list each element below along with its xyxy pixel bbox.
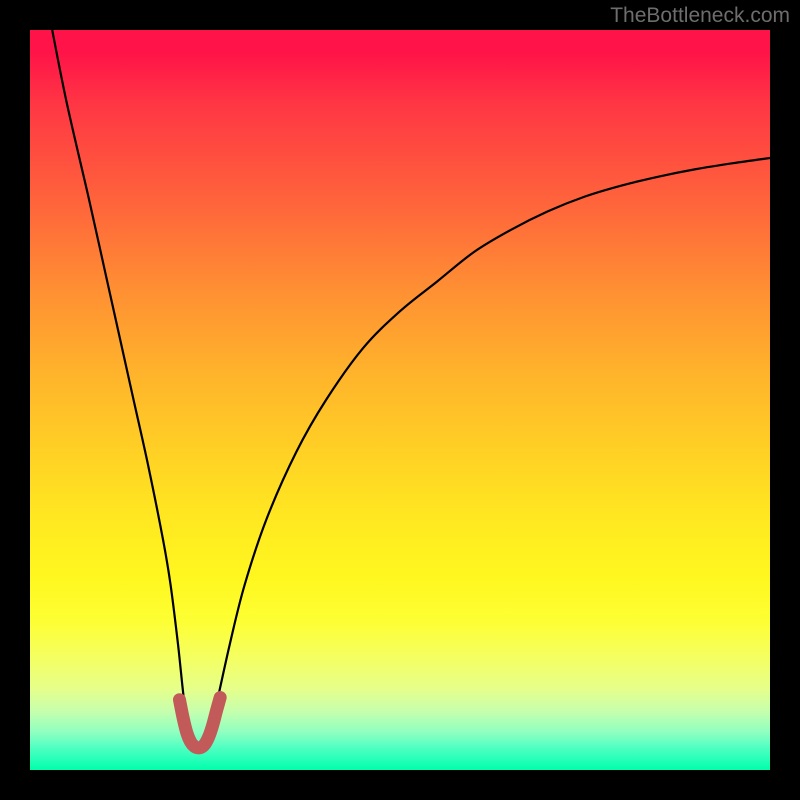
plot-area [30, 30, 770, 770]
tip-marker [179, 697, 220, 747]
bottleneck-curve [52, 30, 770, 748]
watermark-text: TheBottleneck.com [610, 4, 790, 28]
curve-layer [30, 30, 770, 770]
chart-frame: TheBottleneck.com [0, 0, 800, 800]
